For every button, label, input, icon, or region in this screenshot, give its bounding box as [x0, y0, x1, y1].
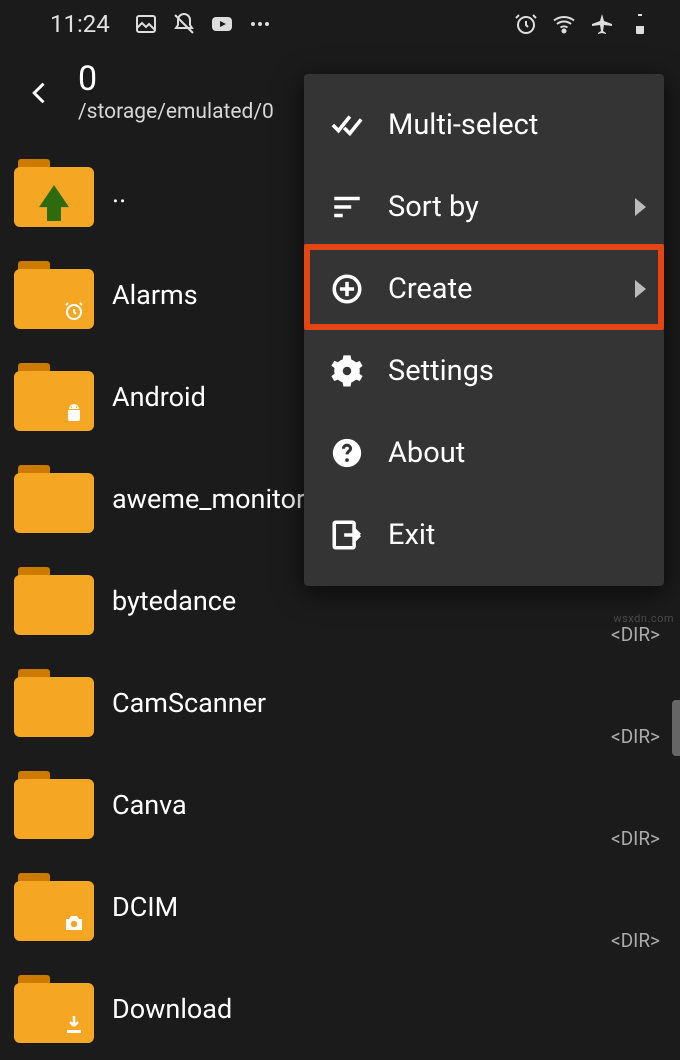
file-name: DCIM: [112, 891, 178, 923]
create-icon: [330, 272, 364, 306]
folder-icon: [14, 465, 94, 533]
about-icon: [330, 436, 364, 470]
file-name: Android: [112, 381, 206, 413]
menu-item-about[interactable]: About: [304, 412, 664, 494]
list-item[interactable]: DCIM <DIR>: [0, 856, 680, 958]
file-name: Alarms: [112, 279, 198, 311]
file-name: ..: [112, 177, 126, 209]
folder-icon: [14, 567, 94, 635]
overflow-menu: Multi-select Sort by Create Settings About Ex…: [304, 74, 664, 586]
chevron-right-icon: [635, 198, 646, 216]
wifi-icon: [552, 12, 576, 36]
menu-item-settings[interactable]: Settings: [304, 330, 664, 412]
alarm-icon: [514, 12, 538, 36]
menu-item-label: About: [388, 436, 644, 470]
file-name: aweme_monitor: [112, 483, 305, 515]
folder-icon: [14, 669, 94, 737]
title-block[interactable]: 0 /storage/emulated/0: [78, 62, 274, 124]
folder-icon: [14, 159, 94, 227]
file-name: Canva: [112, 789, 187, 821]
status-left: 11:24: [50, 10, 272, 38]
download-icon: [62, 1013, 86, 1037]
file-name: bytedance: [112, 585, 236, 617]
settings-icon: [330, 354, 364, 388]
status-time: 11:24: [50, 10, 110, 38]
folder-icon: [14, 873, 94, 941]
sort-icon: [330, 190, 364, 224]
menu-item-label: Settings: [388, 354, 644, 388]
menu-item-exit[interactable]: Exit: [304, 494, 664, 576]
status-bar: 11:24: [0, 0, 680, 48]
status-right: [514, 12, 652, 36]
image-icon: [134, 12, 158, 36]
scroll-indicator[interactable]: [672, 700, 680, 756]
dir-tag: <DIR>: [611, 623, 660, 646]
watermark: wsxdn.com: [613, 612, 674, 625]
dir-tag: <DIR>: [611, 827, 660, 850]
menu-item-create[interactable]: Create: [304, 248, 664, 330]
folder-icon: [14, 261, 94, 329]
menu-item-sort[interactable]: Sort by: [304, 166, 664, 248]
chevron-right-icon: [635, 280, 646, 298]
list-item[interactable]: CamScanner <DIR>: [0, 652, 680, 754]
list-item[interactable]: Canva <DIR>: [0, 754, 680, 856]
airplane-icon: [590, 12, 614, 36]
menu-item-multi-select[interactable]: Multi-select: [304, 84, 664, 166]
folder-icon: [14, 771, 94, 839]
android-icon: [62, 401, 86, 425]
file-name: Download: [112, 993, 232, 1025]
page-title: 0: [78, 62, 274, 98]
back-button[interactable]: [22, 69, 58, 117]
clock-icon: [62, 299, 86, 323]
list-item[interactable]: Download: [0, 958, 680, 1060]
battery-icon: [628, 12, 652, 36]
exit-icon: [330, 518, 364, 552]
menu-item-label: Multi-select: [388, 108, 644, 142]
menu-item-label: Sort by: [388, 190, 644, 224]
folder-icon: [14, 363, 94, 431]
page-path: /storage/emulated/0: [78, 100, 274, 124]
more-dots-icon: [248, 12, 272, 36]
file-name: CamScanner: [112, 687, 266, 719]
folder-icon: [14, 975, 94, 1043]
bell-off-icon: [172, 12, 196, 36]
youtube-icon: [210, 12, 234, 36]
dir-tag: <DIR>: [611, 725, 660, 748]
menu-item-label: Exit: [388, 518, 644, 552]
dir-tag: <DIR>: [611, 929, 660, 952]
menu-item-label: Create: [388, 272, 644, 306]
camera-icon: [62, 911, 86, 935]
multi-select-icon: [330, 108, 364, 142]
